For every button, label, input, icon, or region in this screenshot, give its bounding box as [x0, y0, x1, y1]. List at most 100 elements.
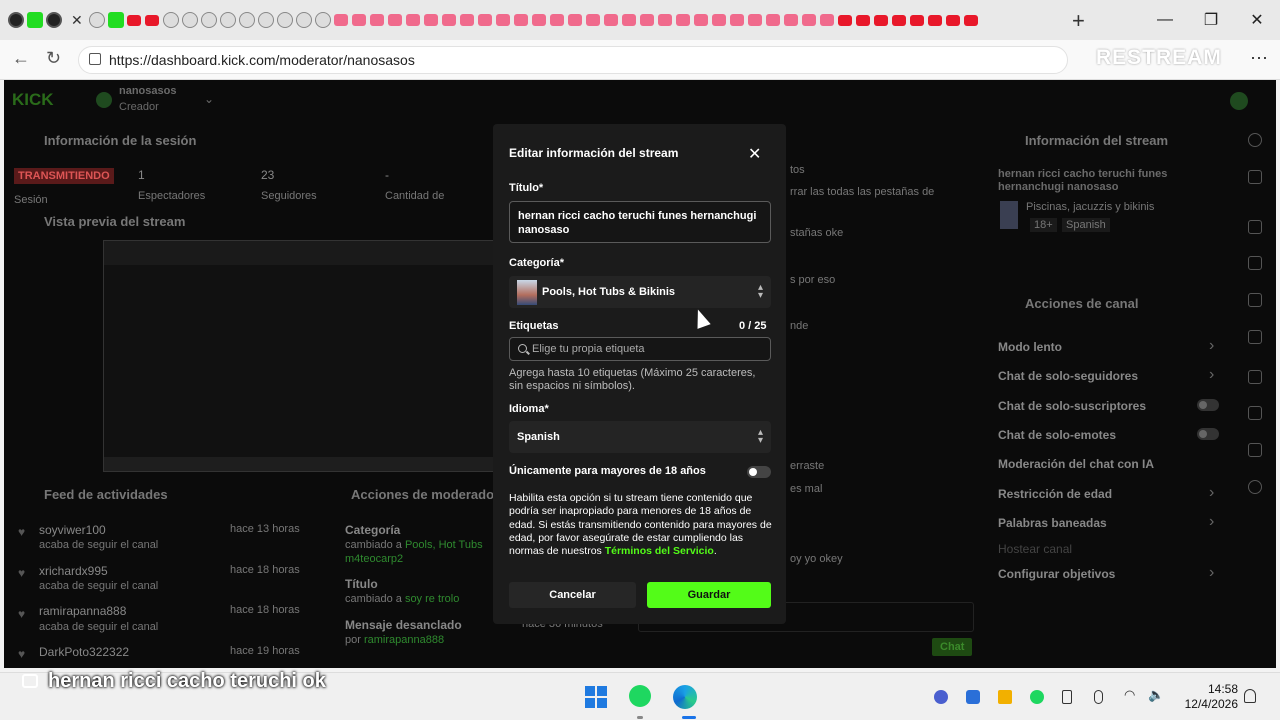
adult-toggle[interactable]: [747, 466, 771, 478]
channel-action-item[interactable]: Chat de solo-suscriptores: [998, 399, 1146, 413]
youtube-tab-icon[interactable]: [693, 14, 708, 26]
title-input[interactable]: hernan ricci cacho teruchi funes hernanc…: [509, 201, 771, 243]
channel-action-item[interactable]: Moderación del chat con IA: [998, 457, 1154, 471]
back-button[interactable]: ←: [12, 48, 30, 69]
channel-action-item[interactable]: Restricción de edad: [998, 487, 1112, 501]
chevron-down-icon[interactable]: ⌄: [204, 92, 214, 106]
start-button[interactable]: [585, 686, 607, 708]
youtube-tab-icon[interactable]: [513, 14, 528, 26]
language-select[interactable]: Spanish ▴ ▾: [509, 421, 771, 453]
youtube-tab-icon[interactable]: [387, 14, 402, 26]
channel-action-item[interactable]: Chat de solo-seguidores: [998, 369, 1138, 383]
tab-favicon-icon[interactable]: [46, 12, 62, 28]
feed-user[interactable]: DarkPoto322322: [39, 645, 129, 659]
usb-icon[interactable]: [1062, 690, 1072, 704]
chevron-right-icon[interactable]: ›: [1209, 564, 1214, 582]
notification-bell-icon[interactable]: [1244, 689, 1256, 703]
more-menu-icon[interactable]: ⋯: [1250, 48, 1268, 69]
feed-user[interactable]: ramirapanna888: [39, 604, 126, 618]
mod-action-highlight[interactable]: Pools, Hot Tubs: [405, 539, 483, 551]
youtube-tab-icon[interactable]: [729, 14, 744, 26]
globe-tab-icon[interactable]: [200, 12, 217, 28]
channel-action-item[interactable]: Chat de solo-emotes: [998, 428, 1116, 442]
profile-icon[interactable]: [1230, 92, 1248, 110]
reload-button[interactable]: ↻: [46, 48, 61, 69]
apps-icon[interactable]: [1248, 480, 1262, 494]
close-tab-icon[interactable]: ✕: [71, 12, 83, 29]
youtube-tab-icon[interactable]: [657, 14, 672, 26]
youtube-tab-icon[interactable]: [873, 14, 888, 26]
globe-tab-icon[interactable]: [162, 12, 179, 28]
youtube-tab-icon[interactable]: [891, 14, 906, 26]
youtube-tab-icon[interactable]: [603, 14, 618, 26]
tab-favicon-icon[interactable]: [88, 12, 105, 28]
minimize-button[interactable]: —: [1142, 0, 1188, 40]
youtube-tab-icon[interactable]: [351, 14, 366, 26]
close-icon[interactable]: ✕: [748, 144, 761, 164]
broadcast-icon[interactable]: [1248, 370, 1262, 384]
stream-preview[interactable]: [103, 240, 495, 472]
info-icon[interactable]: [1248, 133, 1262, 147]
youtube-tab-icon[interactable]: [765, 14, 780, 26]
tab-favicon-icon[interactable]: [8, 12, 24, 28]
chevron-right-icon[interactable]: ›: [1209, 513, 1214, 531]
youtube-tab-icon[interactable]: [711, 14, 726, 26]
edit-icon[interactable]: [1248, 170, 1262, 184]
youtube-tab-icon[interactable]: [675, 14, 690, 26]
channel-action-item[interactable]: Hostear canal: [998, 542, 1072, 556]
chevron-right-icon[interactable]: ›: [1209, 484, 1214, 502]
feed-user[interactable]: soyviwer100: [39, 523, 106, 537]
wrench-icon[interactable]: [1248, 443, 1262, 457]
youtube-tab-icon[interactable]: [405, 14, 420, 26]
document-icon[interactable]: [1248, 293, 1262, 307]
mod-action-highlight[interactable]: ramirapanna888: [364, 634, 444, 646]
globe-tab-icon[interactable]: [238, 12, 255, 28]
youtube-tab-icon[interactable]: [783, 14, 798, 26]
list-icon[interactable]: [1248, 406, 1262, 420]
youtube-tab-icon[interactable]: [369, 14, 384, 26]
category-select[interactable]: Pools, Hot Tubs & Bikinis ▴ ▾: [509, 276, 771, 308]
address-bar[interactable]: https://dashboard.kick.com/moderator/nan…: [78, 46, 1068, 74]
globe-tab-icon[interactable]: [295, 12, 312, 28]
channel-action-item[interactable]: Configurar objetivos: [998, 567, 1115, 581]
kick-logo[interactable]: KICK: [12, 90, 54, 110]
youtube-tab-icon[interactable]: [459, 14, 474, 26]
cancel-button[interactable]: Cancelar: [509, 582, 636, 608]
globe-tab-icon[interactable]: [219, 12, 236, 28]
youtube-tab-icon[interactable]: [333, 14, 348, 26]
close-window-button[interactable]: ✕: [1234, 0, 1280, 40]
youtube-tab-icon[interactable]: [144, 14, 159, 26]
edge-icon[interactable]: [673, 685, 697, 709]
new-tab-button[interactable]: +: [1072, 8, 1085, 34]
spotify-icon[interactable]: [629, 685, 651, 707]
youtube-tab-icon[interactable]: [801, 14, 816, 26]
youtube-tab-icon[interactable]: [855, 14, 870, 26]
terms-link[interactable]: Términos del Servicio: [605, 545, 714, 557]
youtube-tab-icon[interactable]: [477, 14, 492, 26]
feed-user[interactable]: xrichardx995: [39, 564, 108, 578]
avatar[interactable]: [96, 92, 112, 108]
youtube-tab-icon[interactable]: [495, 14, 510, 26]
youtube-tab-icon[interactable]: [639, 14, 654, 26]
volume-icon[interactable]: 🔈: [1148, 687, 1164, 703]
tags-input[interactable]: Elige tu propia etiqueta: [509, 337, 771, 361]
chat-send-button[interactable]: Chat: [932, 638, 973, 656]
tab-favicon-icon[interactable]: [107, 12, 124, 28]
youtube-tab-icon[interactable]: [549, 14, 564, 26]
bluetooth-icon[interactable]: [966, 690, 980, 704]
youtube-tab-icon[interactable]: [945, 14, 960, 26]
channel-action-item[interactable]: Palabras baneadas: [998, 516, 1107, 530]
subscribers-toggle[interactable]: [1197, 399, 1219, 411]
youtube-tab-icon[interactable]: [819, 14, 834, 26]
chat-icon[interactable]: [1248, 330, 1262, 344]
stream-category[interactable]: Piscinas, jacuzzis y bikinis: [1026, 201, 1154, 213]
restore-button[interactable]: ❐: [1188, 0, 1234, 40]
youtube-tab-icon[interactable]: [423, 14, 438, 26]
shield-icon[interactable]: [1248, 220, 1262, 234]
youtube-tab-icon[interactable]: [837, 14, 852, 26]
spotify-tray-icon[interactable]: [1030, 690, 1044, 704]
youtube-tab-icon[interactable]: [531, 14, 546, 26]
globe-tab-icon[interactable]: [257, 12, 274, 28]
tab-favicon-icon[interactable]: [27, 12, 43, 28]
youtube-tab-icon[interactable]: [441, 14, 456, 26]
